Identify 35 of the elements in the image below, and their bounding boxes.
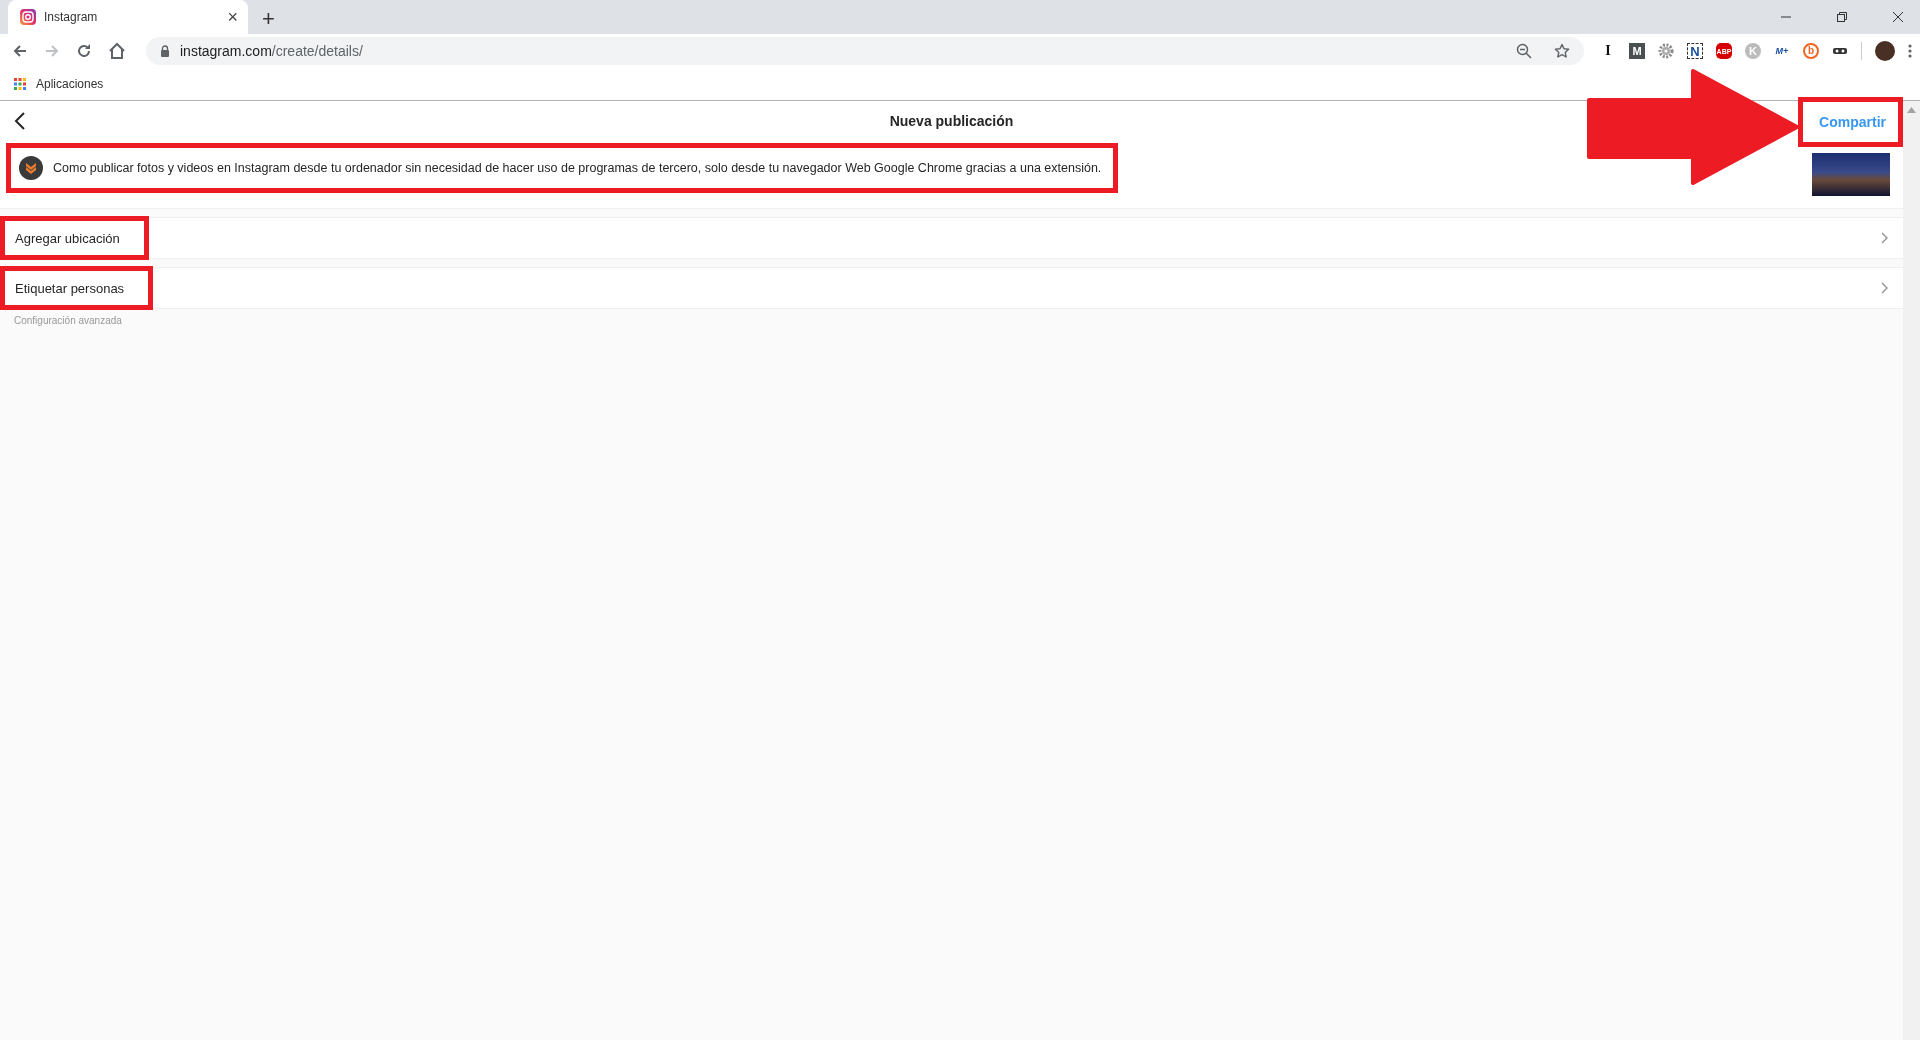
- close-icon[interactable]: [1892, 11, 1904, 23]
- close-icon[interactable]: ×: [227, 8, 238, 26]
- camera-icon: [20, 9, 36, 25]
- extension-icon[interactable]: M+: [1774, 43, 1790, 59]
- avatar-icon: [19, 156, 43, 180]
- bookmark-link[interactable]: Aplicaciones: [36, 77, 104, 91]
- zoom-out-icon[interactable]: [1516, 43, 1532, 59]
- lock-icon: [160, 45, 170, 57]
- back-chevron-icon[interactable]: [14, 112, 26, 130]
- avatar[interactable]: [1875, 41, 1895, 61]
- tab-title: Instagram: [44, 10, 99, 24]
- extension-icon[interactable]: M: [1629, 43, 1645, 59]
- option-label: Etiquetar personas: [15, 281, 125, 296]
- home-icon[interactable]: [108, 42, 126, 60]
- scrollbar[interactable]: [1903, 101, 1920, 1040]
- caption-text[interactable]: Como publicar fotos y videos en Instagram desde tu ordenador sin necesidad de hacer uso de programas de tercero, solo desde tu navegador Web Google Chrome gracias a una extensión.: [53, 161, 1102, 175]
- menu-icon[interactable]: [1908, 43, 1912, 59]
- option-label: Agregar ubicación: [15, 231, 120, 246]
- apps-grid-icon[interactable]: [14, 78, 26, 90]
- reload-icon[interactable]: [76, 43, 92, 59]
- chevron-right-icon: [1881, 282, 1889, 294]
- back-arrow-icon[interactable]: [12, 43, 28, 59]
- new-tab-button[interactable]: +: [262, 8, 275, 30]
- chevron-right-icon: [1881, 232, 1889, 244]
- restore-icon[interactable]: [1836, 11, 1848, 23]
- option-row[interactable]: Etiquetar personas: [0, 267, 1903, 309]
- extension-icon[interactable]: I: [1600, 43, 1616, 59]
- extension-icon[interactable]: N: [1687, 43, 1703, 59]
- option-row[interactable]: Agregar ubicación: [0, 217, 1903, 259]
- browser-tab[interactable]: Instagram ×: [8, 0, 248, 34]
- star-icon[interactable]: [1554, 43, 1570, 59]
- url-text: instagram.com/create/details/: [180, 43, 363, 59]
- address-bar[interactable]: instagram.com/create/details/: [146, 37, 1584, 65]
- page-title: Nueva publicación: [889, 113, 1014, 129]
- gear-icon[interactable]: [1658, 43, 1674, 59]
